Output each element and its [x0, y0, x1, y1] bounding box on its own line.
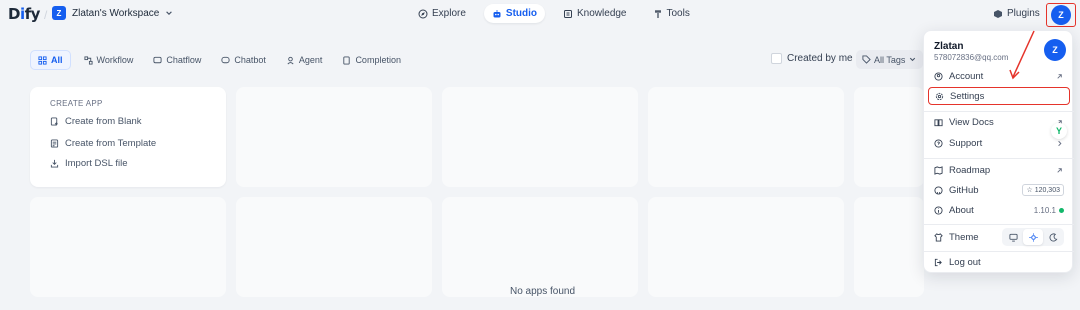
- map-icon: [934, 165, 943, 175]
- version-label: 1.10.1: [1033, 205, 1056, 215]
- workflow-icon: [83, 55, 93, 65]
- create-app-card: CREATE APP Create from Blank Create from…: [30, 87, 226, 187]
- nav-knowledge[interactable]: Knowledge: [555, 4, 634, 23]
- cube-icon: [994, 9, 1002, 18]
- filter-workflow[interactable]: Workflow: [77, 51, 141, 69]
- document-icon: [343, 55, 351, 65]
- menu-logout[interactable]: Log out: [928, 253, 1070, 271]
- create-from-template-button[interactable]: Create from Template: [50, 138, 156, 149]
- chat-icon: [153, 56, 162, 63]
- app-card-placeholder: [442, 197, 638, 297]
- dify-logo[interactable]: Dify: [8, 5, 40, 23]
- menu-theme: Theme: [928, 227, 1070, 247]
- user-name: Zlatan: [934, 41, 964, 52]
- file-plus-icon: [50, 117, 58, 126]
- menu-support[interactable]: Support: [928, 134, 1070, 152]
- gear-icon: [935, 92, 944, 100]
- user-dropdown-menu: Zlatan 578072836@qq.com Z Account Settin…: [923, 30, 1074, 273]
- menu-account[interactable]: Account: [928, 67, 1070, 85]
- created-by-me-toggle[interactable]: Created by me: [771, 53, 853, 64]
- avatar: Z: [1044, 39, 1066, 61]
- menu-about[interactable]: About 1.10.1: [928, 201, 1070, 219]
- app-card-placeholder: [236, 87, 432, 187]
- robot-icon: [493, 9, 501, 17]
- workspace-name: Zlatan's Workspace: [72, 7, 160, 19]
- grid-icon: [38, 55, 47, 65]
- chevron-right-icon: [1058, 140, 1062, 146]
- create-from-blank-button[interactable]: Create from Blank: [50, 116, 142, 127]
- sun-icon: [1028, 232, 1038, 242]
- nav-studio[interactable]: Studio: [483, 4, 546, 23]
- github-stars-badge: ☆ 120,303: [1022, 184, 1064, 196]
- app-card-placeholder: [30, 197, 226, 297]
- menu-divider: [924, 251, 1074, 252]
- create-app-title: CREATE APP: [50, 99, 103, 108]
- book-open-icon: [934, 118, 943, 126]
- theme-light-button[interactable]: [1023, 229, 1043, 245]
- app-type-filters: All Workflow Chatflow Chatbot Agent Comp…: [30, 50, 408, 70]
- created-by-me-checkbox[interactable]: [771, 53, 782, 64]
- filter-chatflow[interactable]: Chatflow: [146, 51, 208, 69]
- github-icon: [934, 185, 943, 195]
- divider: /: [44, 8, 48, 22]
- external-link-icon: [1057, 73, 1062, 79]
- nav-explore[interactable]: Explore: [410, 4, 474, 23]
- theme-system-button[interactable]: [1003, 229, 1023, 245]
- app-card-placeholder: [854, 197, 924, 297]
- tools-icon: [654, 9, 661, 18]
- app-card-placeholder: [236, 197, 432, 297]
- user-email: 578072836@qq.com: [934, 53, 1009, 62]
- external-link-icon: [1057, 167, 1062, 173]
- filter-completion[interactable]: Completion: [335, 51, 408, 69]
- import-icon: [50, 159, 59, 168]
- menu-divider: [924, 158, 1074, 159]
- user-circle-icon: [934, 71, 943, 81]
- plugins-button[interactable]: Plugins: [993, 8, 1040, 19]
- tag-icon: [862, 55, 871, 64]
- shirt-icon: [934, 232, 943, 242]
- menu-divider: [924, 224, 1074, 225]
- nav-tools[interactable]: Tools: [645, 4, 698, 23]
- monitor-icon: [1008, 233, 1018, 242]
- compass-icon: [418, 9, 428, 18]
- menu-view-docs[interactable]: View Docs: [928, 113, 1070, 131]
- filter-all[interactable]: All: [30, 50, 71, 70]
- import-dsl-button[interactable]: Import DSL file: [50, 158, 127, 169]
- info-icon: [934, 205, 943, 215]
- tags-filter[interactable]: All Tags: [856, 50, 924, 69]
- logout-icon: [934, 258, 942, 266]
- help-circle-icon: [934, 138, 943, 148]
- theme-dark-button[interactable]: [1043, 229, 1063, 245]
- chat-bubble-icon: [221, 56, 230, 63]
- status-dot: [1059, 207, 1064, 213]
- menu-roadmap[interactable]: Roadmap: [928, 161, 1070, 179]
- app-card-placeholder: [648, 197, 844, 297]
- workspace-switcher[interactable]: Z Zlatan's Workspace: [52, 6, 173, 20]
- user-menu-button[interactable]: Z: [1046, 3, 1076, 27]
- top-bar: Dify / Z Zlatan's Workspace Explore Stud…: [0, 0, 1080, 30]
- menu-github[interactable]: GitHub ☆ 120,303: [928, 181, 1070, 199]
- theme-switcher: [1002, 228, 1064, 246]
- main-nav: Explore Studio Knowledge Tools: [410, 4, 698, 23]
- app-card-placeholder: [648, 87, 844, 187]
- avatar: Z: [1051, 5, 1071, 25]
- annotation-arrow: [1009, 30, 1035, 80]
- app-card-placeholder: [442, 87, 638, 187]
- menu-divider: [924, 111, 1074, 112]
- template-icon: [50, 139, 59, 148]
- filter-chatbot[interactable]: Chatbot: [214, 51, 273, 69]
- chevron-down-icon: [910, 57, 916, 62]
- moon-icon: [1048, 232, 1057, 241]
- filter-agent[interactable]: Agent: [279, 51, 330, 69]
- app-card-placeholder: [854, 87, 924, 187]
- book-icon: [564, 9, 573, 18]
- menu-settings[interactable]: Settings: [928, 87, 1070, 105]
- empty-state-text: No apps found: [510, 286, 576, 297]
- agent-icon: [287, 56, 294, 64]
- workspace-avatar: Z: [52, 6, 66, 20]
- chevron-down-icon: [166, 11, 173, 15]
- floating-assistant-icon[interactable]: Y: [1051, 123, 1067, 139]
